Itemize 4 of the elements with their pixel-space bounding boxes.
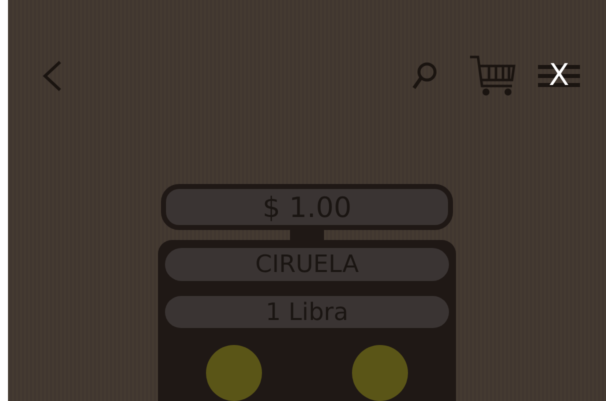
search-icon[interactable] — [412, 61, 438, 91]
cart-icon[interactable] — [468, 54, 518, 98]
close-button[interactable]: X — [536, 61, 582, 91]
back-icon[interactable] — [42, 60, 62, 92]
